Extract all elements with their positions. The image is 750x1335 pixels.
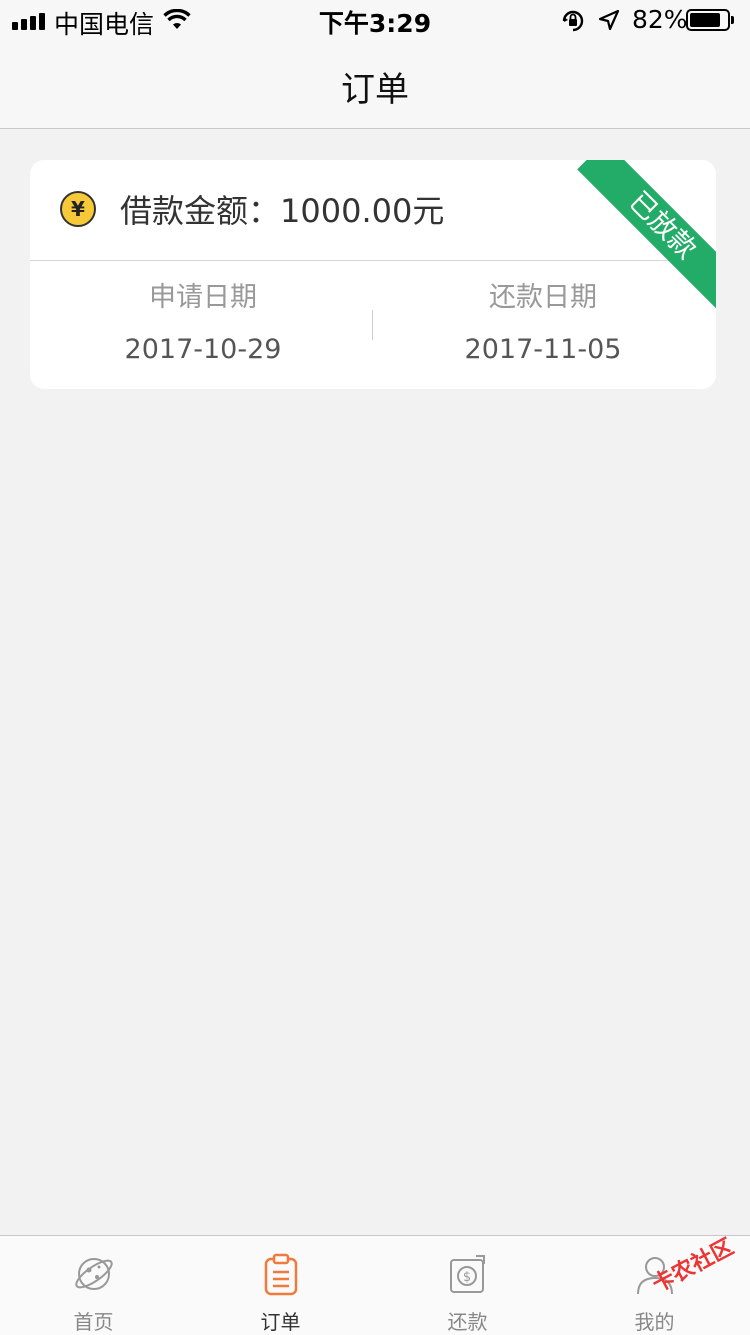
repay-date-column: 还款日期 2017-11-05 <box>373 280 713 368</box>
order-card[interactable]: ¥ 借款金额：1000.00元 申请日期 2017-10-29 还款日期 201… <box>30 160 716 389</box>
tab-orders-label: 订单 <box>260 1310 301 1334</box>
tab-home-label: 首页 <box>73 1310 114 1334</box>
card-divider <box>30 260 716 261</box>
planet-icon <box>72 1252 116 1296</box>
tab-orders[interactable]: 订单 <box>187 1236 374 1335</box>
tab-mine-label: 我的 <box>634 1310 675 1334</box>
battery-icon <box>686 9 734 31</box>
location-arrow-icon <box>598 9 620 35</box>
orientation-lock-icon <box>560 8 586 38</box>
nav-bar: 订单 <box>0 40 750 129</box>
tab-repay[interactable]: $ 还款 <box>374 1236 561 1335</box>
dollar-refresh-icon: $ <box>446 1252 490 1296</box>
yuan-coin-icon: ¥ <box>60 191 96 227</box>
apply-date-value: 2017-10-29 <box>124 334 282 365</box>
tab-bar: 首页 订单 $ 还款 我的 <box>0 1235 750 1335</box>
apply-date-column: 申请日期 2017-10-29 <box>33 280 373 368</box>
battery-percent: 82% <box>632 5 688 34</box>
tab-repay-label: 还款 <box>447 1310 488 1334</box>
tab-home[interactable]: 首页 <box>0 1236 187 1335</box>
clipboard-icon <box>259 1252 303 1296</box>
svg-text:$: $ <box>463 1270 471 1285</box>
repay-date-label: 还款日期 <box>489 282 597 313</box>
page-title: 订单 <box>341 70 409 110</box>
loan-amount: 借款金额：1000.00元 <box>120 192 445 230</box>
apply-date-label: 申请日期 <box>149 282 257 313</box>
repay-date-value: 2017-11-05 <box>464 334 622 365</box>
status-bar: 中国电信 下午3:29 82% <box>0 0 750 40</box>
